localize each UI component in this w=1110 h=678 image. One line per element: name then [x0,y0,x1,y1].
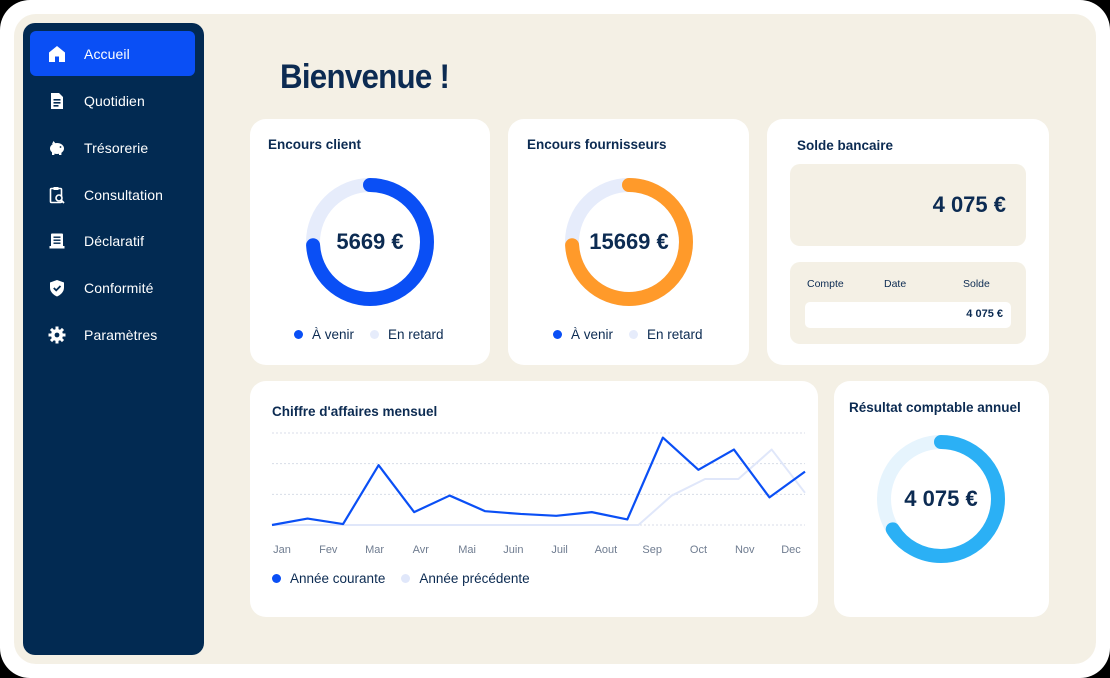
legend-dot [629,330,639,339]
series-line-current-year [271,436,806,527]
sidebar-item-label: Conformité [84,279,154,296]
donut-value: 5669 € [336,229,404,254]
home-icon [46,43,68,65]
legend-dot [401,574,411,583]
sidebar-item-consultation[interactable]: Consultation [30,172,195,217]
card-title: Résultat comptable annuel [849,400,1021,415]
sidebar-item-quotidien[interactable]: Quotidien [30,78,195,123]
clipboard-search-icon [46,184,68,206]
sidebar-item-accueil[interactable]: Accueil [30,31,195,76]
legend-label: En retard [388,327,444,342]
legend-label: En retard [647,327,703,342]
sidebar-item-declaratif[interactable]: Déclaratif [30,218,195,263]
legend-label: Année courante [290,571,386,586]
x-tick-label: Aout [595,544,618,556]
legend-label: À venir [571,327,614,342]
app-frame: Accueil Quotidien Trésorerie Consultatio… [0,0,1110,678]
x-tick-label: Sep [642,544,662,556]
sidebar-item-conformite[interactable]: Conformité [30,265,195,310]
sidebar-item-label: Déclaratif [84,232,145,249]
legend-item-upcoming: À venir [553,327,613,342]
bank-balance-box: 4 075 € [790,164,1026,246]
legend-dot [272,574,281,583]
row-balance-value: 4 075 € [966,308,1003,320]
x-tick-label: Jan [273,544,291,556]
legend: À venir En retard [553,327,703,342]
legend-item-upcoming: À venir [294,327,354,342]
x-tick-label: Juil [551,544,568,556]
piggy-bank-icon [46,137,68,159]
donut-value: 4 075 € [904,486,978,511]
sidebar-item-parametres[interactable]: Paramètres [30,312,195,357]
legend-item-late: En retard [629,327,703,342]
card-encours-fournisseurs: Encours fournisseurs 15669 € À venir En … [508,119,749,365]
x-tick-label: Oct [690,544,707,556]
form-icon [46,230,68,252]
sidebar: Accueil Quotidien Trésorerie Consultatio… [23,23,204,655]
legend-dot [294,330,303,339]
donut-chart-supplier: 15669 € [563,176,695,308]
sidebar-item-label: Consultation [84,186,164,203]
legend-dot [553,330,562,339]
card-chiffre-affaires: Chiffre d'affaires mensuel Jan Fev Mar Avr M… [250,381,818,617]
x-tick-label: Fev [319,544,338,556]
shield-check-icon [46,277,68,299]
x-tick-label: Mai [458,544,476,556]
x-tick-label: Dec [781,544,801,556]
x-tick-label: Mar [365,544,384,556]
donut-value: 15669 € [589,229,669,254]
legend-item-current-year: Année courante [272,571,385,586]
gear-icon [46,324,68,346]
legend-label: À venir [312,327,355,342]
column-header-compte: Compte [807,278,844,290]
x-tick-label: Juin [503,544,523,556]
card-encours-client: Encours client 5669 € À venir En retard [250,119,490,365]
card-resultat-comptable: Résultat comptable annuel 4 075 € [834,381,1049,617]
chart-legend: Année courante Année précédente [272,571,530,586]
sidebar-item-label: Accueil [84,45,130,62]
sidebar-item-tresorerie[interactable]: Trésorerie [30,125,195,170]
bank-accounts-table: Compte Date Solde 4 075 € [790,262,1026,344]
series-line-previous-year [272,448,806,526]
page-title: Bienvenue ! [280,58,450,96]
donut-chart-client: 5669 € [304,176,436,308]
bank-balance-amount: 4 075 € [932,192,1006,217]
column-header-date: Date [884,278,907,290]
x-tick-label: Avr [413,544,430,556]
donut-chart-result: 4 075 € [875,433,1007,565]
card-solde-bancaire: Solde bancaire 4 075 € Compte Date Solde… [767,119,1049,365]
legend-item-late: En retard [370,327,444,342]
sidebar-item-label: Quotidien [84,92,145,109]
legend-item-previous-year: Année précédente [401,571,530,586]
card-title: Solde bancaire [797,138,894,153]
card-title: Encours fournisseurs [527,137,667,152]
column-header-solde: Solde [963,278,990,290]
dashboard-canvas: Accueil Quotidien Trésorerie Consultatio… [14,14,1096,664]
table-row[interactable]: 4 075 € [805,302,1011,328]
sidebar-item-label: Trésorerie [84,139,149,156]
legend-dot [370,330,380,339]
x-tick-label: Nov [735,544,755,556]
document-icon [46,90,68,112]
legend: À venir En retard [294,327,444,342]
card-title: Encours client [268,137,362,152]
sidebar-item-label: Paramètres [84,326,158,343]
legend-label: Année précédente [419,571,530,586]
